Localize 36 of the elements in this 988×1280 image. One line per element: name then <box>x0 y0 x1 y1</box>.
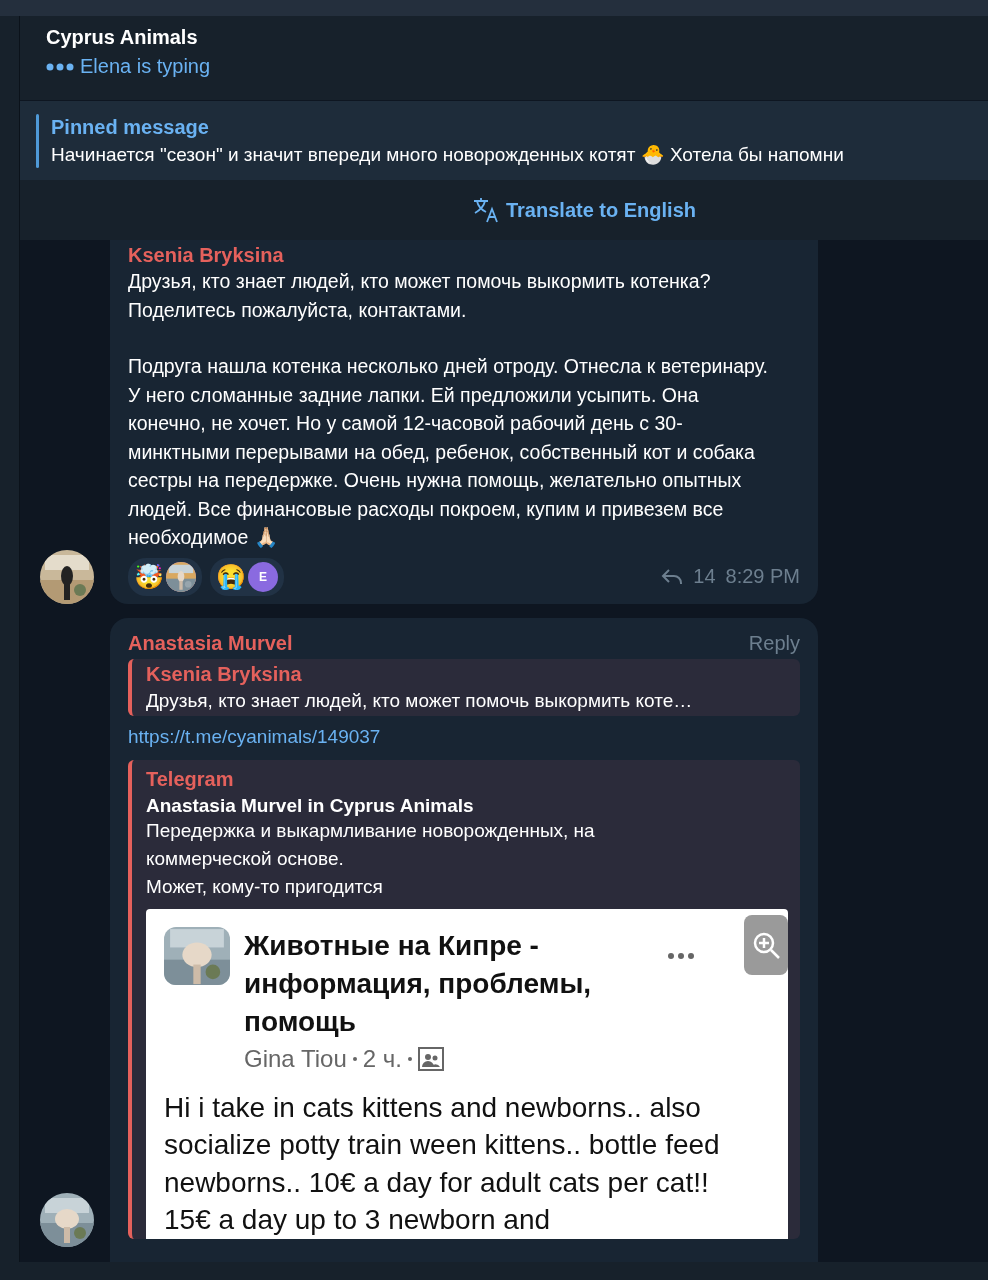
reply-count: 14 <box>693 565 716 588</box>
message-text: Друзья, кто знает людей, кто может помочь выкормить котенка? Поделитесь пожалуйста, контактами. <box>128 269 712 323</box>
quoted-sender: Ksenia Bryksina <box>146 662 303 686</box>
typing-icon <box>46 62 74 71</box>
preview-site: Telegram <box>146 767 235 791</box>
user-avatar: E <box>248 561 278 592</box>
group-title: Животные на Кипре - информация, проблемы, помощь <box>244 928 593 1039</box>
message-text: Подруга нашла котенка несколько дней отроду. Отнесла к ветеринару. У него сломанные задние лапки. Ей предложили усыпить. Она конечно, не хочет. Но у самой 12-часовой рабочий день с 30-минктными перерывами на обед, ребенок, собственный кот и собака сестры на передержке. Очень нужна помощь, желательно опытных людей. Все финансовые расходы покроем, купим и привезем все необходимое 🙏🏻 <box>128 354 769 550</box>
sender-name[interactable]: Ksenia Bryksina <box>128 244 800 267</box>
separator-dot <box>407 1056 412 1061</box>
translate-button[interactable]: Translate to English <box>471 196 696 224</box>
reply-arrow-icon <box>661 567 684 586</box>
reaction-chip[interactable]: 🤯 <box>128 557 202 596</box>
preview-description: Передержка и выкармливание новорожденных, на коммерческой основе. <box>146 818 596 871</box>
preview-title: Anastasia Murvel in Cyprus Animals <box>146 794 475 817</box>
link-preview[interactable] <box>128 759 800 1239</box>
pinned-text: Начинается "сезон" и значит впереди много новорожденных котят 🐣 Хотела бы напомни <box>51 142 844 166</box>
reaction-chip[interactable]: 😭 E <box>210 557 284 596</box>
reply-link[interactable]: Reply <box>748 631 800 655</box>
quoted-message[interactable]: Ksenia Bryksina Друзья, кто знает людей, кто может помочь выкормить коте… <box>128 658 800 716</box>
quoted-text: Друзья, кто знает людей, кто может помочь выкормить коте… <box>146 689 694 712</box>
message-link[interactable]: https://t.me/cyanimals/149037 <box>128 725 800 748</box>
sender-name[interactable]: Anastasia Murvel <box>128 631 293 655</box>
post-author: Gina Tiou <box>244 1044 347 1073</box>
pinned-bar[interactable]: Pinned message Начинается "сезон" и значит впереди много новорожденных котят 🐣 Хотела бы напомни <box>20 100 988 180</box>
pinned-label: Pinned message <box>51 115 210 139</box>
separator-dot <box>352 1056 357 1061</box>
post-age: 2 ч. <box>362 1044 402 1073</box>
more-icon <box>668 952 694 959</box>
group-icon <box>417 1046 444 1071</box>
typing-status: Elena is typing <box>80 55 211 78</box>
post-text: Hi i take in cats kittens and newborns.. also socialize potty train ween kittens.. bottle feed newborns.. 10€ a day for adult cats per cat!! 15€ a day up to 3 newborn and <box>164 1090 721 1237</box>
zoom-button[interactable] <box>744 914 788 975</box>
preview-description: Может, кому-то пригодится <box>146 874 384 899</box>
chat-title: Cyprus Animals <box>46 26 199 49</box>
message-time: 8:29 PM <box>725 565 800 588</box>
